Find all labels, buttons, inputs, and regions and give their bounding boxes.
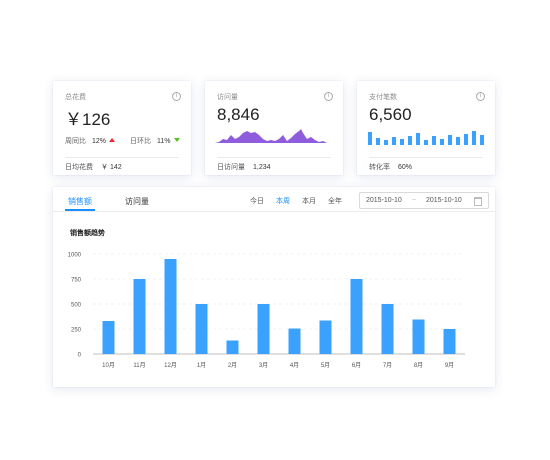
bar xyxy=(288,328,301,354)
y-tick-label: 500 xyxy=(71,303,82,309)
y-tick-label: 250 xyxy=(71,328,82,334)
sales-panel: 销售额 访问量 今日 本周 本月 全年 2015-10-10 ~ 2015-10… xyxy=(53,187,495,387)
visits-card: 访问量 i 8,846 日访问量 1,234 xyxy=(205,81,343,175)
visits-sparkline xyxy=(215,129,333,143)
minibar xyxy=(432,136,436,145)
bar xyxy=(350,279,363,354)
card-label: 访问量 xyxy=(217,94,238,101)
card-footer: 日均花费 ￥ 142 xyxy=(65,162,122,172)
card-divider xyxy=(217,157,331,158)
card-footer: 日访问量 1,234 xyxy=(217,162,271,172)
card-value: 8,846 xyxy=(217,105,260,124)
y-tick-label: 750 xyxy=(71,278,82,284)
bar xyxy=(381,304,394,354)
bar xyxy=(195,304,208,354)
minibar xyxy=(376,138,380,145)
bar xyxy=(443,329,456,354)
minibar xyxy=(400,139,404,145)
wow-trend: 周同比 12% xyxy=(65,136,116,146)
bar xyxy=(164,259,177,354)
card-divider xyxy=(65,157,179,158)
minibar xyxy=(472,131,476,145)
dod-value: 11% xyxy=(157,138,171,145)
minibar xyxy=(464,134,468,145)
footer-value: 60% xyxy=(398,164,413,171)
x-tick-label: 6月 xyxy=(352,362,361,369)
x-tick-label: 9月 xyxy=(445,362,454,369)
bar xyxy=(133,279,146,354)
minibar xyxy=(424,140,428,145)
x-tick-label: 12月 xyxy=(164,362,177,369)
x-tick-label: 11月 xyxy=(133,362,145,369)
card-footer: 转化率 60% xyxy=(369,162,412,172)
minibar xyxy=(456,137,460,145)
x-tick-label: 8月 xyxy=(414,362,423,369)
bar xyxy=(102,321,115,354)
footer-label: 转化率 xyxy=(369,164,390,171)
wow-value: 12% xyxy=(92,138,107,145)
minibar xyxy=(416,133,420,145)
caret-up-icon xyxy=(109,138,116,142)
total-spend-card: 总花费 i ￥126 周同比 12% 日环比 11% 日均花费 ￥ 142 xyxy=(53,81,191,175)
info-icon[interactable]: i xyxy=(476,92,485,101)
footer-label: 日均花费 xyxy=(65,164,93,171)
x-tick-label: 2月 xyxy=(228,362,237,369)
sales-trend-chart: 0 250 500 750 1000 10月 11月 12月 1月 2月 3月 4月 5月 6月 7月 8月 9… xyxy=(68,253,465,369)
bar xyxy=(226,340,239,354)
sparkline-area xyxy=(215,129,333,143)
info-icon[interactable]: i xyxy=(172,92,181,101)
bar xyxy=(412,319,425,354)
info-icon[interactable]: i xyxy=(324,92,333,101)
y-tick-label: 0 xyxy=(78,353,82,359)
minibar xyxy=(448,135,452,145)
footer-value: 1,234 xyxy=(253,164,271,171)
dod-trend: 日环比 11% xyxy=(130,136,180,146)
x-tick-label: 10月 xyxy=(102,362,115,369)
dod-label: 日环比 xyxy=(130,138,151,145)
card-divider xyxy=(369,157,483,158)
card-value: ￥126 xyxy=(65,110,111,129)
bar xyxy=(257,304,270,354)
y-tick-label: 1000 xyxy=(68,253,82,259)
card-label: 支付笔数 xyxy=(369,94,397,101)
x-tick-label: 4月 xyxy=(290,362,299,369)
card-label: 总花费 xyxy=(65,94,86,101)
x-tick-label: 1月 xyxy=(197,362,206,369)
caret-down-icon xyxy=(173,138,180,142)
minibar xyxy=(368,132,372,145)
payments-minibar xyxy=(368,131,484,145)
minibar xyxy=(480,135,484,145)
payments-card: 支付笔数 i 6,560 转化率 60% xyxy=(357,81,495,175)
x-tick-label: 3月 xyxy=(259,362,268,369)
bar xyxy=(319,320,332,354)
footer-value: ￥ 142 xyxy=(101,164,122,171)
x-tick-label: 7月 xyxy=(383,362,392,369)
card-value: 6,560 xyxy=(369,105,412,124)
footer-label: 日访问量 xyxy=(217,164,245,171)
minibar xyxy=(440,139,444,145)
x-tick-label: 5月 xyxy=(321,362,330,369)
wow-label: 周同比 xyxy=(65,138,86,145)
minibar xyxy=(392,137,396,145)
minibar xyxy=(384,140,388,145)
minibar xyxy=(408,136,412,145)
